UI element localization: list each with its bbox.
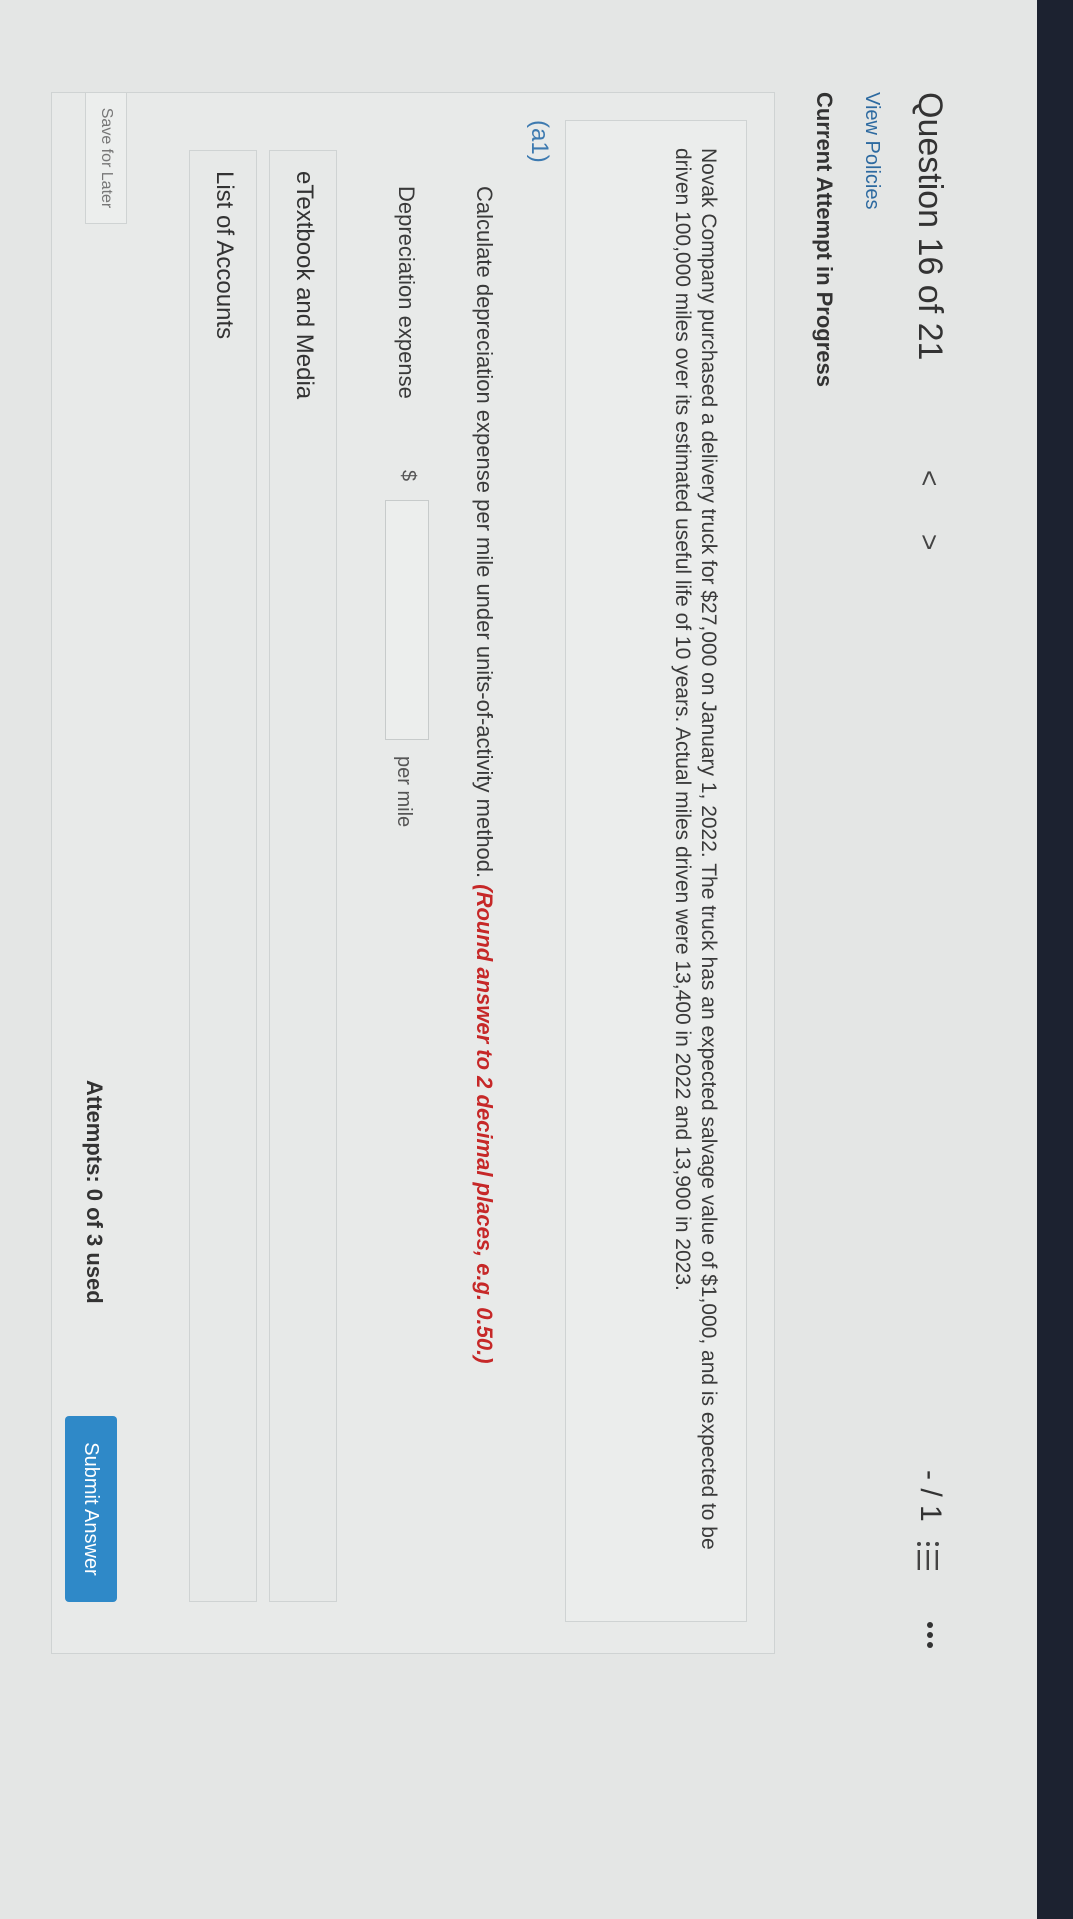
- list-of-accounts-panel[interactable]: List of Accounts: [189, 150, 257, 1602]
- attempt-status: Current Attempt in Progress: [812, 92, 837, 388]
- next-question-button[interactable]: >: [913, 534, 945, 550]
- more-options-icon[interactable]: [915, 1620, 945, 1650]
- dark-background-strip: [1037, 0, 1073, 1919]
- list-of-accounts-label: List of Accounts: [211, 171, 238, 340]
- submit-answer-button[interactable]: Submit Answer: [65, 1416, 117, 1602]
- depreciation-expense-input[interactable]: [385, 500, 429, 740]
- instruction: Calculate depreciation expense per mile …: [471, 186, 497, 1364]
- etextbook-label: eTextbook and Media: [291, 171, 318, 400]
- score-display: - / 1: [914, 1470, 947, 1522]
- list-icon[interactable]: [913, 1540, 943, 1572]
- save-for-later-button[interactable]: Save for Later: [85, 92, 127, 224]
- rounding-hint: (Round answer to 2 decimal places, e.g. …: [472, 884, 497, 1364]
- quiz-page: Question 16 of 21 < > - / 1 View Policie…: [0, 0, 1037, 1919]
- currency-symbol: $: [397, 470, 419, 482]
- part-label: (a1): [526, 120, 553, 163]
- instruction-text: Calculate depreciation expense per mile …: [472, 186, 497, 879]
- previous-question-button[interactable]: <: [913, 470, 945, 486]
- depreciation-expense-label: Depreciation expense: [394, 186, 419, 399]
- question-counter: Question 16 of 21: [911, 92, 949, 361]
- etextbook-panel[interactable]: eTextbook and Media: [269, 150, 337, 1602]
- view-policies-link[interactable]: View Policies: [860, 92, 883, 209]
- problem-statement: Novak Company purchased a delivery truck…: [671, 148, 720, 1550]
- attempts-counter: Attempts: 0 of 3 used: [82, 1080, 107, 1304]
- unit-label: per mile: [393, 756, 415, 828]
